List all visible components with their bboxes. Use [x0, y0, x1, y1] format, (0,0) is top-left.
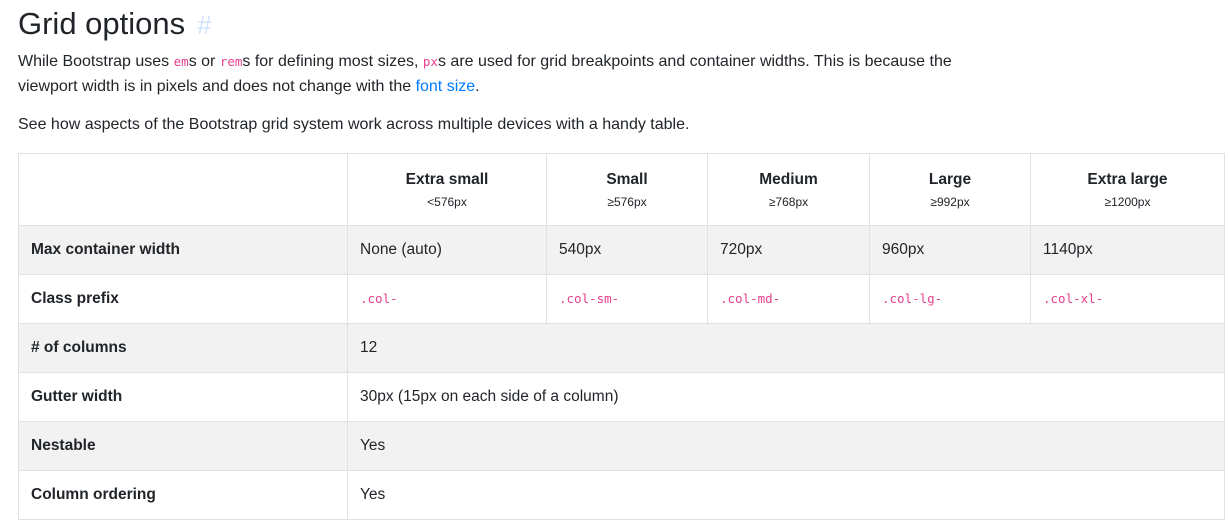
header-label: Extra large — [1087, 170, 1168, 188]
row-label: Max container width — [18, 225, 348, 275]
grid-options-table: Extra small <576px Small ≥576px Medium ≥768… — [18, 153, 1225, 520]
code-em: em — [173, 54, 189, 69]
header-breakpoint: ≥768px — [768, 194, 809, 209]
header-breakpoint: <576px — [427, 194, 467, 209]
class-prefix-code: .col- — [360, 291, 398, 306]
row-label: # of columns — [18, 323, 348, 373]
class-prefix-code: .col-lg- — [882, 291, 943, 306]
page-title: Grid options # — [18, 0, 1224, 44]
row-label: Class prefix — [18, 274, 348, 324]
table-cell: 540px — [546, 225, 708, 275]
table-cell: 30px (15px on each side of a column) — [347, 372, 1225, 422]
table-cell: Yes — [347, 470, 1225, 520]
table-cell: 12 — [347, 323, 1225, 373]
table-cell: .col-xl- — [1030, 274, 1225, 324]
title-text: Grid options — [18, 6, 186, 41]
header-label: Small — [606, 170, 648, 188]
class-prefix-code: .col-md- — [720, 291, 781, 306]
table-row-max-container-width: Max container width None (auto) 540px 72… — [18, 225, 1225, 275]
intro-text-3: s for defining most sizes, — [242, 53, 423, 70]
code-rem: rem — [219, 54, 243, 69]
table-cell: None (auto) — [347, 225, 547, 275]
table-header-row: Extra small <576px Small ≥576px Medium ≥768… — [18, 153, 1225, 226]
header-breakpoint: ≥992px — [930, 194, 970, 209]
see-paragraph: See how aspects of the Bootstrap grid sy… — [18, 116, 690, 133]
header-breakpoint: ≥576px — [607, 194, 647, 209]
intro-text-2: s or — [188, 53, 220, 70]
header-label: Large — [928, 170, 972, 188]
header-large: Large ≥992px — [869, 153, 1031, 226]
header-medium: Medium ≥768px — [707, 153, 870, 226]
header-label: Medium — [759, 170, 818, 188]
table-cell: .col-md- — [707, 274, 870, 324]
intro-text-5: . — [475, 78, 480, 95]
table-cell: 720px — [707, 225, 870, 275]
intro-text-1: While Bootstrap uses — [18, 53, 174, 70]
header-label: Extra small — [405, 170, 489, 188]
table-row-num-columns: # of columns 12 — [18, 323, 1225, 373]
intro-paragraph: While Bootstrap uses ems or rems for def… — [18, 49, 958, 99]
class-prefix-code: .col-xl- — [1043, 291, 1104, 306]
header-small: Small ≥576px — [546, 153, 708, 226]
class-prefix-code: .col-sm- — [559, 291, 620, 306]
table-cell: 1140px — [1030, 225, 1225, 275]
table-cell: 960px — [869, 225, 1031, 275]
header-breakpoint: ≥1200px — [1104, 194, 1151, 209]
table-cell: Yes — [347, 421, 1225, 471]
table-row-class-prefix: Class prefix .col- .col-sm- .col-md- .co… — [18, 274, 1225, 324]
font-size-link[interactable]: font size — [416, 78, 476, 95]
table-cell: .col- — [347, 274, 547, 324]
row-label: Column ordering — [18, 470, 348, 520]
anchor-link[interactable]: # — [197, 10, 211, 40]
code-px: px — [422, 54, 438, 69]
table-row-nestable: Nestable Yes — [18, 421, 1225, 471]
table-cell: .col-lg- — [869, 274, 1031, 324]
table-row-column-ordering: Column ordering Yes — [18, 470, 1225, 520]
row-label: Gutter width — [18, 372, 348, 422]
table-row-gutter-width: Gutter width 30px (15px on each side of … — [18, 372, 1225, 422]
header-empty-cell — [18, 153, 348, 226]
header-extra-large: Extra large ≥1200px — [1030, 153, 1225, 226]
page-content: Grid options # While Bootstrap uses ems o… — [18, 0, 1225, 520]
row-label: Nestable — [18, 421, 348, 471]
header-extra-small: Extra small <576px — [347, 153, 547, 226]
table-cell: .col-sm- — [546, 274, 708, 324]
